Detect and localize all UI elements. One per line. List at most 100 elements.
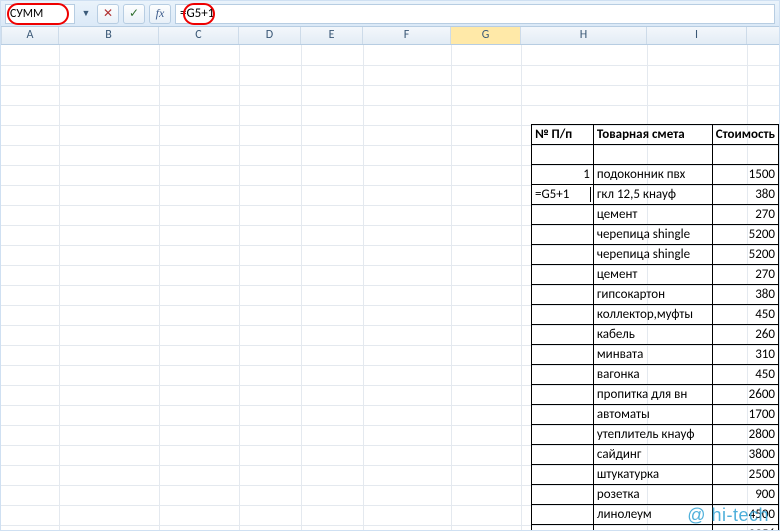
table-row: кабель260 xyxy=(532,325,779,345)
check-icon: ✓ xyxy=(129,6,139,21)
cell-name[interactable]: штукатурка xyxy=(593,465,712,485)
table-row: 1подоконник пвх1500 xyxy=(532,165,779,185)
cell-name[interactable]: минвата xyxy=(593,345,712,365)
cancel-formula-button[interactable]: ✕ xyxy=(97,4,119,24)
cell-cost[interactable]: 2800 xyxy=(712,425,778,445)
table-row: =G5+1гкл 12,5 кнауф380 xyxy=(532,185,779,205)
cell-cost[interactable]: 5200 xyxy=(712,245,778,265)
cell-name[interactable]: вагонка xyxy=(593,365,712,385)
cell-cost[interactable]: 380 xyxy=(712,285,778,305)
cell-cost[interactable]: 900 xyxy=(712,485,778,505)
cell-cost[interactable]: 260 xyxy=(712,325,778,345)
table-row: цемент270 xyxy=(532,265,779,285)
col-header-D[interactable]: D xyxy=(239,27,301,44)
table-row: гипсокартон380 xyxy=(532,285,779,305)
header-number[interactable]: № П/п xyxy=(532,125,594,145)
cell-number[interactable] xyxy=(532,285,594,305)
cell-cost[interactable]: 450 xyxy=(712,305,778,325)
cell-number[interactable] xyxy=(532,325,594,345)
data-table: № П/п Товарная смета Стоимость 1подоконн… xyxy=(531,124,779,531)
col-header-G[interactable]: G xyxy=(451,27,521,44)
cell-cost[interactable]: 380 xyxy=(712,185,778,205)
cell-name[interactable]: розетка xyxy=(593,485,712,505)
table-row: сайдинг3800 xyxy=(532,445,779,465)
col-header-I[interactable]: I xyxy=(647,27,747,44)
col-header-E[interactable]: E xyxy=(301,27,363,44)
formula-text: =G5+1 xyxy=(180,6,214,21)
cell-name[interactable]: гкл 12,5 кнауф xyxy=(593,185,712,205)
cell-name[interactable]: цемент xyxy=(593,205,712,225)
fx-icon: fx xyxy=(156,6,165,21)
cell-cost[interactable]: 2600 xyxy=(712,385,778,405)
name-box[interactable]: СУММ xyxy=(5,4,75,24)
cell-number[interactable] xyxy=(532,525,594,531)
name-box-dropdown-icon[interactable]: ▼ xyxy=(79,4,93,24)
col-header-B[interactable]: B xyxy=(59,27,159,44)
cell-number[interactable] xyxy=(532,365,594,385)
table-row: утеплитель кнауф2800 xyxy=(532,425,779,445)
table-row: вагонка450 xyxy=(532,365,779,385)
cell-number[interactable] xyxy=(532,465,594,485)
cell-number[interactable] xyxy=(532,305,594,325)
formula-input[interactable]: =G5+1 xyxy=(175,4,775,24)
table-row: розетка900 xyxy=(532,485,779,505)
cancel-icon: ✕ xyxy=(103,6,113,21)
cell-name[interactable]: коллектор,муфты xyxy=(593,305,712,325)
cell-name[interactable]: пропитка для вн xyxy=(593,385,712,405)
cell-number[interactable] xyxy=(532,385,594,405)
col-header-A[interactable]: A xyxy=(1,27,59,44)
cell-cost[interactable]: 2500 xyxy=(712,465,778,485)
cell-number[interactable] xyxy=(532,505,594,525)
formula-bar: СУММ ▼ ✕ ✓ fx =G5+1 xyxy=(1,1,779,27)
cell-cost[interactable]: 5200 xyxy=(712,225,778,245)
cell-number[interactable]: 1 xyxy=(532,165,594,185)
cell-number[interactable] xyxy=(532,405,594,425)
cell-number[interactable] xyxy=(532,445,594,465)
cell-name[interactable]: сайдинг xyxy=(593,445,712,465)
watermark: @ hi-tech xyxy=(687,505,769,526)
cell-name[interactable]: цемент xyxy=(593,265,712,285)
cell-number[interactable] xyxy=(532,245,594,265)
cell-number[interactable] xyxy=(532,345,594,365)
cell-name[interactable]: утеплитель кнауф xyxy=(593,425,712,445)
cell-cost[interactable]: 310 xyxy=(712,345,778,365)
header-name[interactable]: Товарная смета xyxy=(593,125,712,145)
table-gap-row xyxy=(532,145,779,165)
column-headers: A B C D E F G H I xyxy=(1,27,779,45)
table-row: минвата310 xyxy=(532,345,779,365)
table-row: черепица shingle5200 xyxy=(532,225,779,245)
table-row: черепица shingle5200 xyxy=(532,245,779,265)
table-row: автоматы1700 xyxy=(532,405,779,425)
cell-cost[interactable]: 1500 xyxy=(712,165,778,185)
cell-number[interactable] xyxy=(532,205,594,225)
cell-cost[interactable]: 270 xyxy=(712,205,778,225)
excel-window: СУММ ▼ ✕ ✓ fx =G5+1 A B C D E F G H I № … xyxy=(0,0,780,531)
table-row: пропитка для вн2600 xyxy=(532,385,779,405)
header-cost[interactable]: Стоимость xyxy=(712,125,778,145)
cell-name[interactable]: кабель xyxy=(593,325,712,345)
cell-number[interactable] xyxy=(532,425,594,445)
cell-number[interactable] xyxy=(532,265,594,285)
col-header-F[interactable]: F xyxy=(363,27,451,44)
cell-number[interactable] xyxy=(532,485,594,505)
accept-formula-button[interactable]: ✓ xyxy=(123,4,145,24)
cell-cost[interactable]: 270 xyxy=(712,265,778,285)
spreadsheet-grid[interactable]: № П/п Товарная смета Стоимость 1подоконн… xyxy=(1,45,779,531)
cell-name[interactable]: черепица shingle xyxy=(593,225,712,245)
table-header-row: № П/п Товарная смета Стоимость xyxy=(532,125,779,145)
cell-name[interactable]: автоматы xyxy=(593,405,712,425)
cell-cost[interactable]: 450 xyxy=(712,365,778,385)
cell-name[interactable]: гипсокартон xyxy=(593,285,712,305)
table-row: штукатурка2500 xyxy=(532,465,779,485)
cell-number[interactable]: =G5+1 xyxy=(532,185,594,205)
cell-number[interactable] xyxy=(532,225,594,245)
cell-cost[interactable]: 1700 xyxy=(712,405,778,425)
col-header-H[interactable]: H xyxy=(521,27,647,44)
table-row: коллектор,муфты450 xyxy=(532,305,779,325)
table-row: цемент270 xyxy=(532,205,779,225)
insert-function-button[interactable]: fx xyxy=(149,4,171,24)
cell-name[interactable]: черепица shingle xyxy=(593,245,712,265)
cell-name[interactable]: подоконник пвх xyxy=(593,165,712,185)
cell-cost[interactable]: 3800 xyxy=(712,445,778,465)
col-header-C[interactable]: C xyxy=(159,27,239,44)
